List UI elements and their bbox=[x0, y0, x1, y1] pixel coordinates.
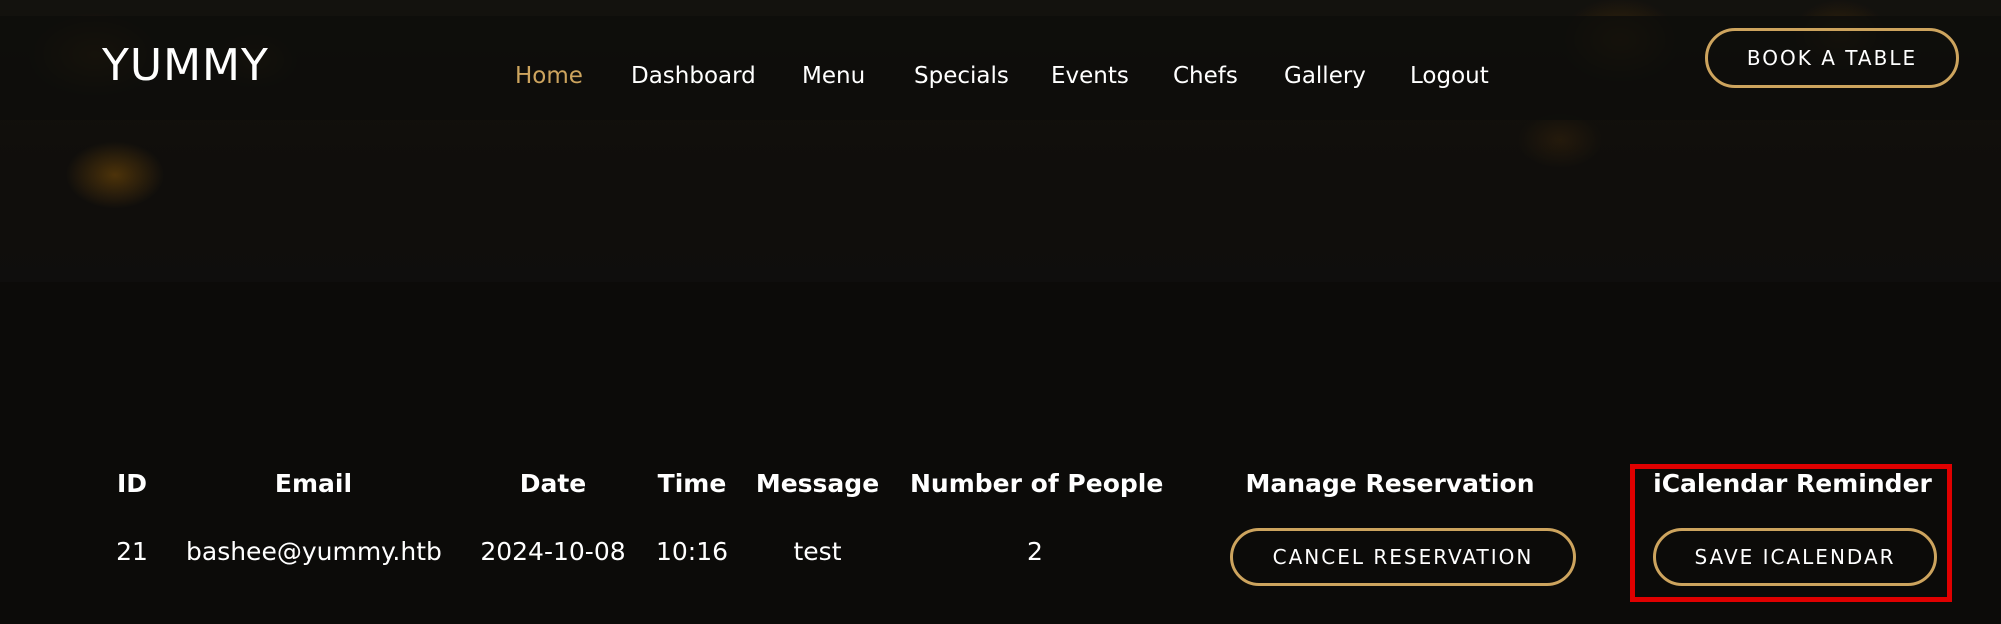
column-header-manage: Manage Reservation bbox=[1245, 469, 1535, 498]
nav-item-home[interactable]: Home bbox=[515, 60, 583, 92]
column-header-date: Date bbox=[519, 469, 587, 498]
nav-item-dashboard[interactable]: Dashboard bbox=[631, 60, 756, 92]
book-table-button[interactable]: BOOK A TABLE bbox=[1705, 28, 1959, 88]
cell-date: 2024-10-08 bbox=[480, 537, 626, 566]
site-logo[interactable]: YUMMY bbox=[102, 44, 269, 88]
nav-item-chefs[interactable]: Chefs bbox=[1173, 60, 1238, 92]
cell-email: bashee@yummy.htb bbox=[186, 537, 442, 566]
cell-time: 10:16 bbox=[655, 537, 729, 566]
column-header-message: Message bbox=[755, 469, 880, 498]
nav-item-specials[interactable]: Specials bbox=[914, 60, 1009, 92]
site-header: YUMMY Home Dashboard Menu Specials Event… bbox=[0, 16, 2001, 120]
column-header-people: Number of People bbox=[910, 469, 1164, 498]
reservations-section: ID Email Date Time Message Number of Peo… bbox=[0, 282, 2001, 624]
page: YUMMY Home Dashboard Menu Specials Event… bbox=[0, 0, 2001, 624]
cell-message: test bbox=[793, 537, 842, 566]
nav-item-gallery[interactable]: Gallery bbox=[1284, 60, 1366, 92]
cell-people: 2 bbox=[1027, 537, 1043, 566]
column-header-time: Time bbox=[657, 469, 727, 498]
column-header-email: Email bbox=[274, 469, 353, 498]
cancel-reservation-button[interactable]: CANCEL RESERVATION bbox=[1230, 528, 1576, 586]
column-header-id: ID bbox=[116, 469, 148, 498]
save-icalendar-button[interactable]: SAVE ICALENDAR bbox=[1653, 528, 1937, 586]
nav-item-menu[interactable]: Menu bbox=[802, 60, 865, 92]
cell-id: 21 bbox=[116, 537, 148, 566]
column-header-icalendar: iCalendar Reminder bbox=[1653, 469, 1932, 498]
nav-item-events[interactable]: Events bbox=[1051, 60, 1129, 92]
nav-item-logout[interactable]: Logout bbox=[1410, 60, 1489, 92]
